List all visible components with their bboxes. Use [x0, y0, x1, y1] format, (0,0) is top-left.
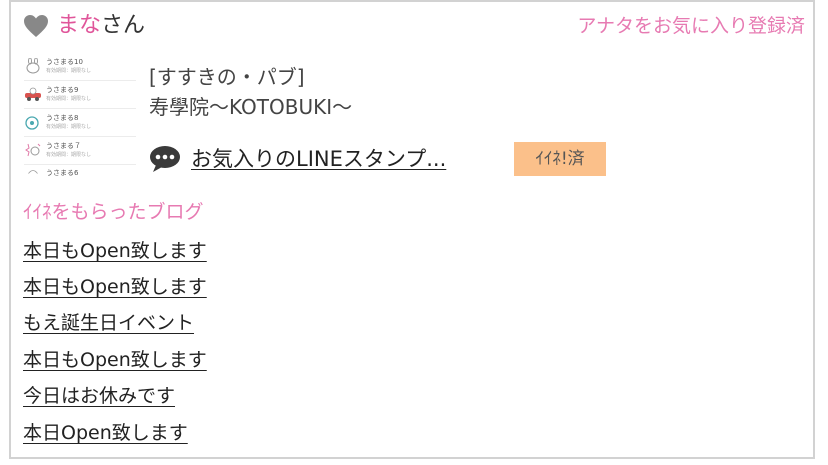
thumbnail-title: うさまる8	[46, 114, 79, 122]
blog-link[interactable]: 本日もOpen致します	[23, 347, 207, 373]
user-name-link[interactable]: まな	[57, 12, 101, 40]
thumbnail-title: うさまる6	[46, 169, 79, 177]
rabbit-face-icon	[26, 58, 40, 74]
blog-link[interactable]: もえ誕生日イベント	[23, 310, 194, 336]
thumbnail-sub: 有効期間：期限なし	[46, 152, 92, 158]
iine-done-badge: ｲｲﾈ!済	[514, 142, 606, 176]
blog-link[interactable]: 本日Open致します	[23, 420, 188, 446]
shop-name-link[interactable]: 寿學院〜KOTOBUKI〜	[149, 94, 352, 120]
rabbit-car-icon	[25, 87, 41, 101]
thumbnail-row: うさまる6	[24, 166, 136, 180]
thumbnail-sub: 有効期間：期限なし	[46, 68, 92, 74]
favorite-user-card: まな さん アナタをお気に入り登録済 うさまる10 有効期間：期限なし うさまる…	[9, 0, 815, 459]
heart-icon	[24, 15, 48, 37]
rabbit-sparkle-icon	[25, 143, 41, 157]
rabbit-round-icon	[25, 116, 39, 130]
thumbnail-row: うさまる8 有効期間：期限なし	[24, 112, 136, 137]
thumbnail-title: うさまる７	[46, 142, 81, 150]
thumbnail-title: うさまる9	[46, 86, 79, 94]
favorite-status-label: アナタをお気に入り登録済	[577, 15, 805, 37]
liked-blogs-heading: ｲｲﾈをもらったブログ	[23, 201, 204, 223]
blog-link[interactable]: 今日はお休みです	[23, 383, 175, 409]
stamp-thumbnail[interactable]: うさまる10 有効期間：期限なし うさまる9 有効期間：期限なし うさまる8 有…	[24, 56, 136, 180]
shop-area-label: [すすきの・パブ]	[149, 65, 305, 89]
card-header: まな さん	[23, 12, 145, 40]
stamp-title-link[interactable]: お気入りのLINEスタンプ...	[191, 144, 446, 174]
thumbnail-sub: 有効期間：期限なし	[46, 124, 92, 130]
speech-bubble-icon	[150, 146, 180, 172]
thumbnail-row: うさまる9 有効期間：期限なし	[24, 84, 136, 109]
blog-link[interactable]: 本日もOpen致します	[23, 274, 207, 300]
rabbit-face-icon	[28, 170, 38, 174]
user-name-suffix: さん	[101, 13, 146, 38]
thumbnail-row: うさまる７ 有効期間：期限なし	[24, 140, 136, 165]
blog-link[interactable]: 本日もOpen致します	[23, 238, 207, 264]
thumbnail-row: うさまる10 有効期間：期限なし	[24, 56, 136, 81]
thumbnail-title: うさまる10	[46, 58, 83, 66]
thumbnail-sub: 有効期間：期限なし	[46, 96, 92, 102]
